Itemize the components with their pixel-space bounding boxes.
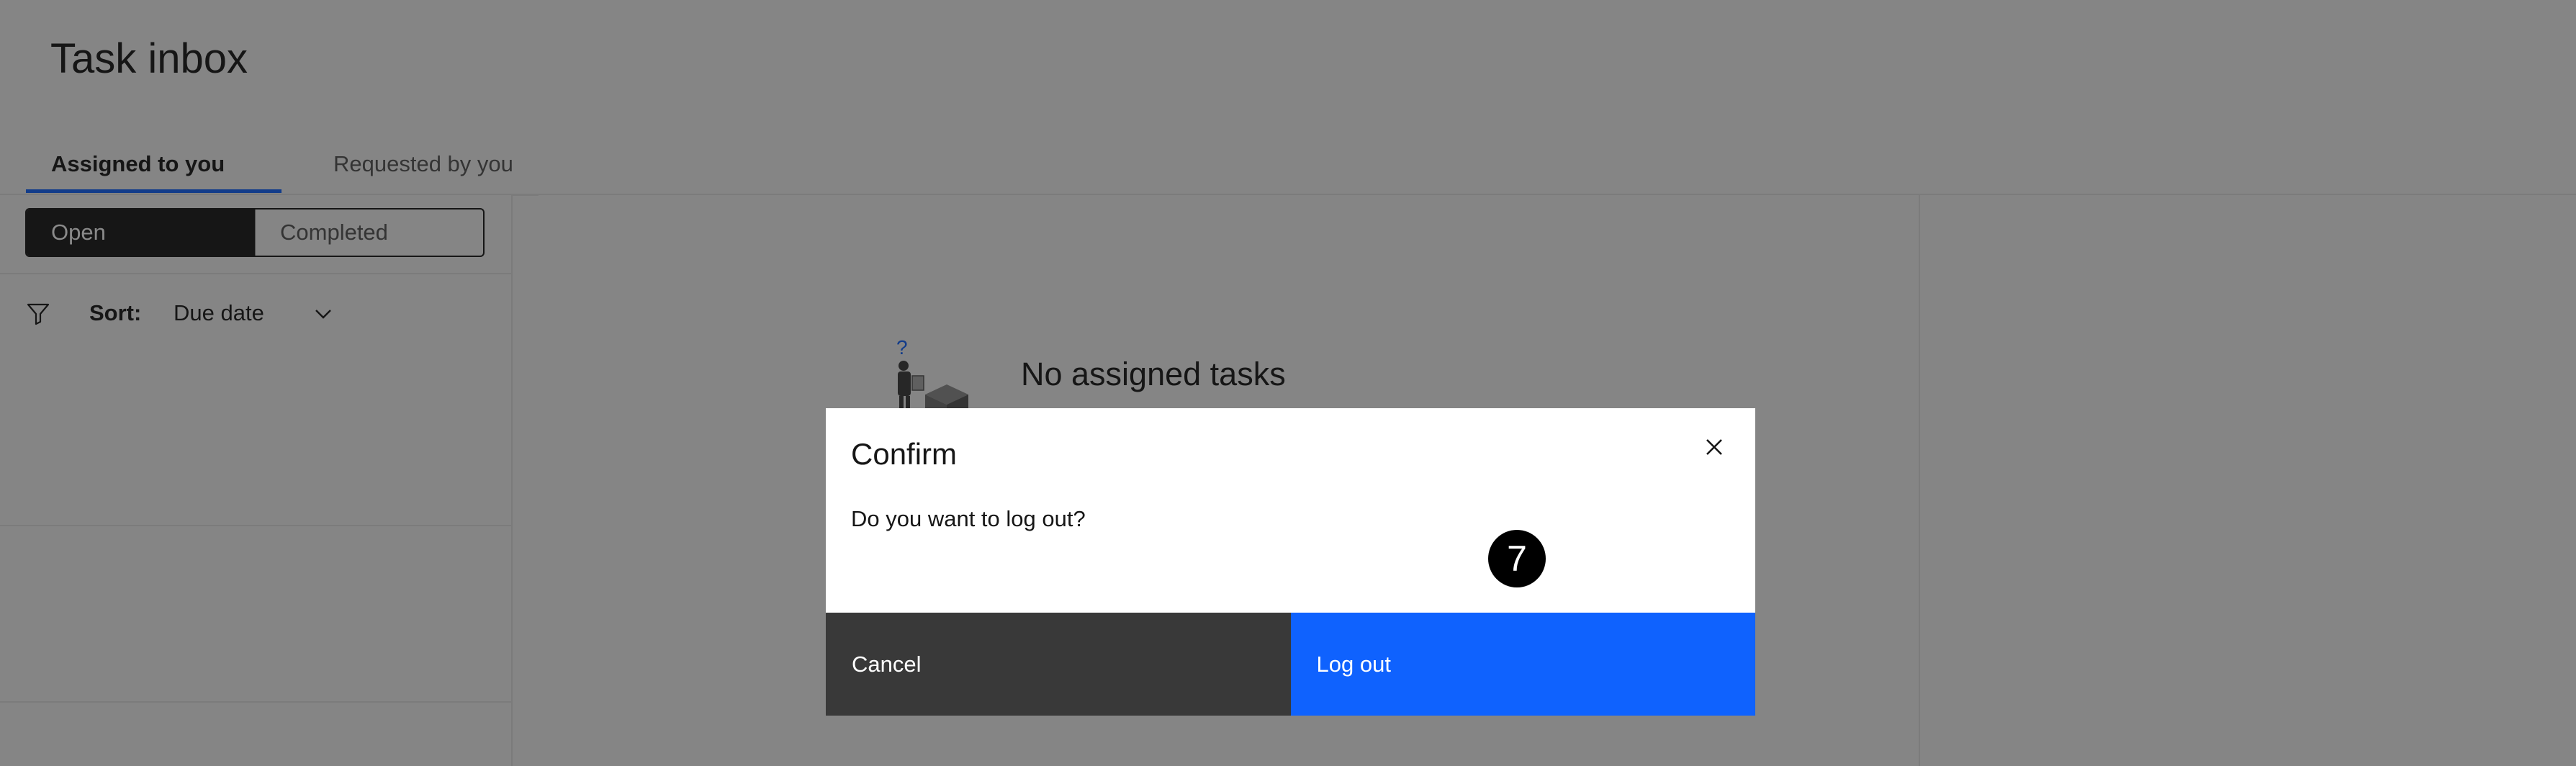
step-badge: 7 [1488, 530, 1546, 587]
confirm-modal: Confirm Do you want to log out? 7 Cancel… [826, 408, 1755, 716]
task-inbox-app: Task inbox Assigned to you Requested by … [0, 0, 2576, 766]
modal-title: Confirm [851, 437, 958, 471]
modal-footer: Cancel Log out [826, 613, 1755, 716]
close-icon[interactable] [1695, 428, 1733, 466]
log-out-button[interactable]: Log out [1290, 613, 1755, 716]
modal-body-text: Do you want to log out? [851, 506, 1086, 531]
cancel-button[interactable]: Cancel [826, 613, 1291, 716]
